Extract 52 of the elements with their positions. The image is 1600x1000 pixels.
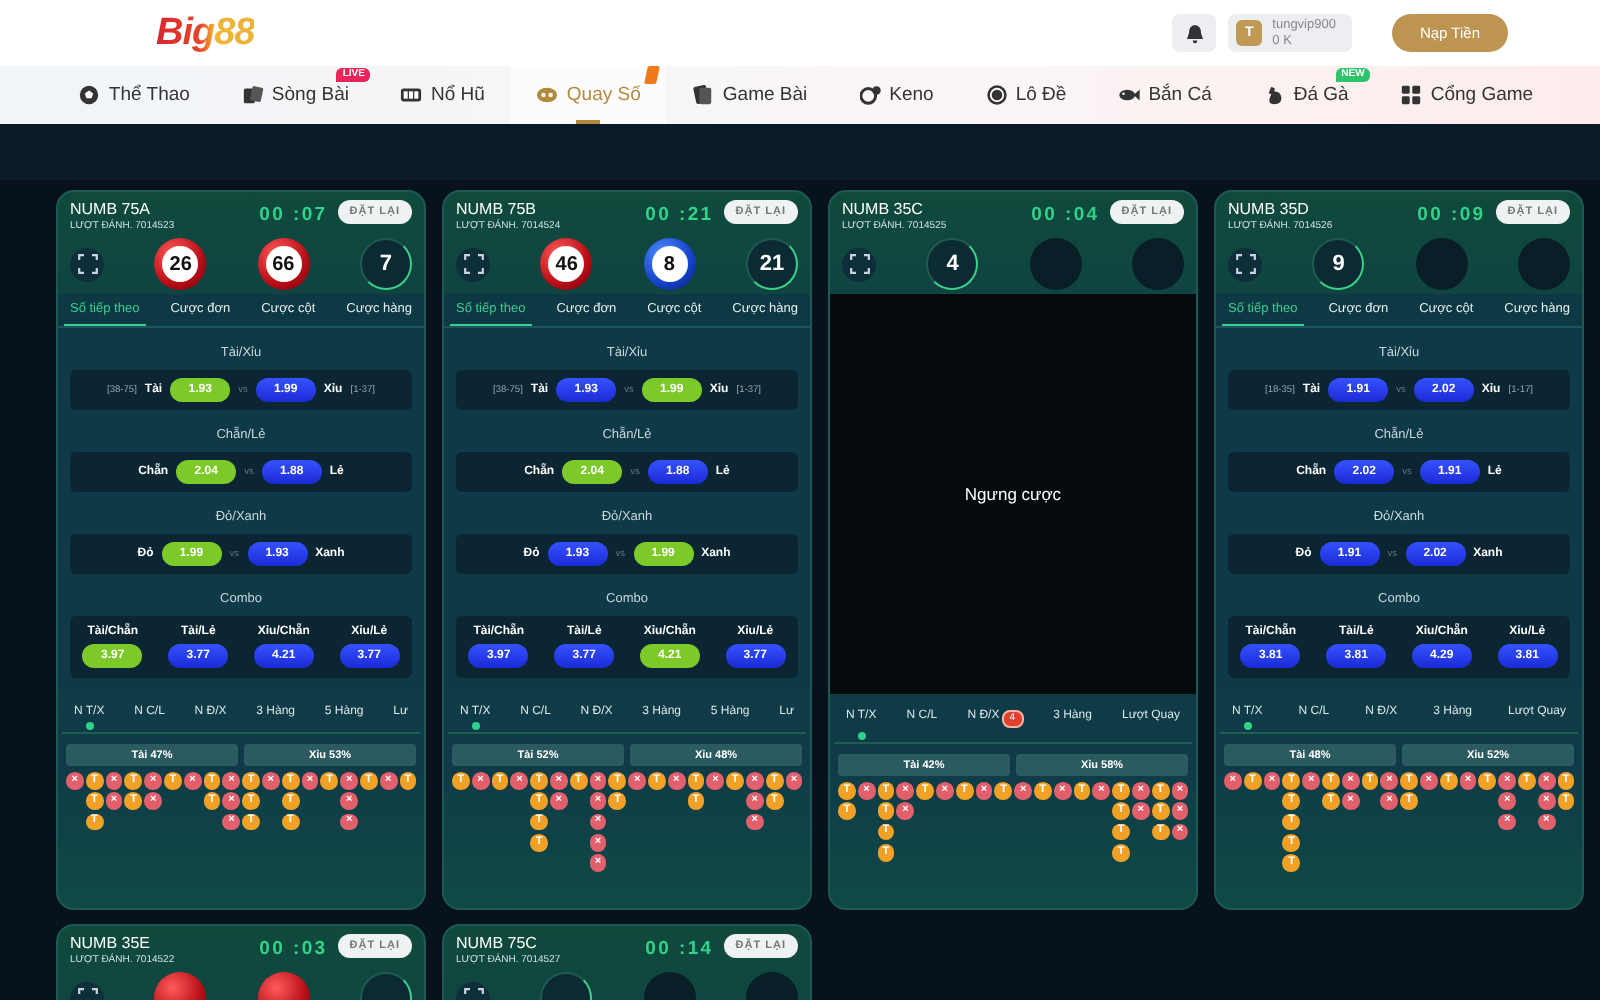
- lottery-icon: [536, 84, 559, 106]
- nav-item[interactable]: Game Bài: [666, 66, 834, 124]
- fullscreen-button[interactable]: [1228, 247, 1262, 281]
- empty-ball-slot: [1029, 238, 1082, 290]
- fullscreen-icon: [1235, 254, 1255, 274]
- game-name: NUMB 75A: [70, 200, 153, 219]
- slot-machine-icon: [400, 84, 423, 106]
- notification-button[interactable]: [1172, 14, 1217, 52]
- nav-item[interactable]: Cổng Game: [1374, 66, 1560, 124]
- countdown-ring: 7: [359, 238, 412, 290]
- ball-icon: [78, 84, 101, 106]
- countdown-ring: 4: [926, 238, 979, 290]
- game-name: NUMB 75C: [456, 934, 539, 953]
- fullscreen-icon: [463, 254, 483, 274]
- empty-ball-slot: [1415, 238, 1468, 290]
- coin-icon: [985, 84, 1008, 106]
- nav-item[interactable]: Lô Đề: [959, 66, 1093, 124]
- fish-icon: [1118, 84, 1141, 106]
- fullscreen-icon: [77, 254, 97, 274]
- fullscreen-icon: [849, 254, 869, 274]
- countdown-ring: 21: [745, 238, 798, 290]
- countdown-ring: 9: [1312, 238, 1365, 290]
- countdown-timer: 00 :09: [1417, 204, 1486, 226]
- countdown-timer: 00 :03: [259, 938, 328, 960]
- game-name: NUMB 35E: [70, 934, 153, 953]
- bell-icon: [1185, 23, 1204, 43]
- nav-item[interactable]: Keno: [833, 66, 960, 124]
- game-name: NUMB 35C: [842, 200, 925, 219]
- nav-item[interactable]: Nổ Hũ: [374, 66, 511, 124]
- cards-icon: [241, 84, 264, 106]
- nav-item[interactable]: Thể Thao: [52, 66, 216, 124]
- number-ball: 26: [154, 238, 207, 290]
- countdown-timer: 00 :07: [259, 204, 328, 226]
- countdown-timer: 00 :04: [1031, 204, 1100, 226]
- countdown-timer: 00 :14: [645, 938, 714, 960]
- suspended-message: Ngưng cược: [964, 484, 1062, 504]
- rooster-icon: [1263, 84, 1286, 106]
- number-ball: 46: [540, 238, 593, 290]
- balls-icon: [859, 84, 882, 106]
- fullscreen-button[interactable]: [456, 247, 490, 281]
- game-name: NUMB 75B: [456, 200, 539, 219]
- game-name: NUMB 35D: [1228, 200, 1311, 219]
- number-ball: 8: [643, 238, 696, 290]
- number-ball: 66: [257, 238, 310, 290]
- empty-ball-slot: [1131, 238, 1184, 290]
- grid-icon: [1400, 84, 1423, 106]
- countdown-timer: 00 :21: [645, 204, 714, 226]
- nav-item[interactable]: Bắn Cá: [1092, 66, 1238, 124]
- playing-card-icon: [692, 84, 715, 106]
- fullscreen-button[interactable]: [842, 247, 876, 281]
- fullscreen-button[interactable]: [70, 247, 104, 281]
- empty-ball-slot: [1517, 238, 1570, 290]
